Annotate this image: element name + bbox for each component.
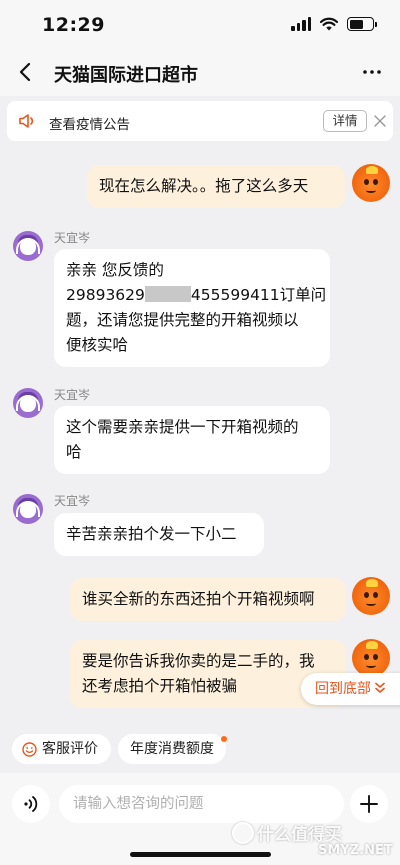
message-text: 这个需要亲亲提供一下开箱视频的 bbox=[66, 418, 299, 436]
notice-detail-button[interactable]: 详情 bbox=[323, 110, 367, 132]
watermark-logo-icon bbox=[232, 821, 254, 844]
user-avatar[interactable] bbox=[352, 164, 390, 202]
service-rating-label: 客服评价 bbox=[42, 741, 98, 757]
redacted-block bbox=[144, 286, 191, 302]
message-text: 题，还请您提供完整的开箱视频以 bbox=[66, 311, 299, 329]
voice-input-button[interactable] bbox=[12, 785, 50, 823]
site-watermark: 什么值得买 bbox=[232, 820, 342, 845]
voice-icon bbox=[24, 796, 38, 812]
speaker-icon bbox=[19, 114, 34, 128]
double-chevron-down-icon bbox=[375, 682, 385, 693]
watermark-text: 什么值得买 bbox=[257, 825, 342, 845]
order-number-suffix: 455599411订单问 bbox=[190, 286, 327, 304]
message-text: 要是你告诉我你卖的是二手的，我 bbox=[82, 652, 315, 670]
more-options-icon[interactable] bbox=[360, 60, 384, 84]
message-bubble-incoming[interactable]: 这个需要亲亲提供一下开箱视频的 哈 bbox=[54, 406, 330, 474]
message-text: 谁买全新的东西还拍个开箱视频啊 bbox=[82, 590, 315, 608]
status-bar: 12:29 bbox=[0, 0, 400, 50]
jump-to-bottom-button[interactable]: 回到底部 bbox=[301, 673, 400, 705]
message-bubble-outgoing[interactable]: 谁买全新的东西还拍个开箱视频啊 bbox=[70, 578, 346, 621]
agent-avatar[interactable] bbox=[13, 494, 43, 524]
close-icon[interactable] bbox=[373, 114, 387, 128]
more-actions-button[interactable] bbox=[350, 785, 388, 823]
jump-to-bottom-label: 回到底部 bbox=[315, 681, 371, 697]
notice-text: 查看疫情公告 bbox=[49, 117, 130, 133]
message-text: 便核实哈 bbox=[66, 336, 129, 354]
annual-quota-chip[interactable]: 年度消费额度 bbox=[118, 734, 226, 764]
message-bubble-incoming[interactable]: 辛苦亲亲拍个发一下小二 bbox=[54, 513, 264, 556]
agent-avatar[interactable] bbox=[13, 388, 43, 418]
nav-bar: 天猫国际进口超市 bbox=[0, 50, 400, 96]
plus-icon bbox=[360, 795, 378, 813]
wifi-icon bbox=[320, 17, 338, 31]
message-text: 哈 bbox=[66, 443, 82, 461]
order-number-prefix: 29893629 bbox=[66, 286, 145, 304]
service-rating-chip[interactable]: 客服评价 bbox=[12, 734, 111, 764]
epidemic-notice-banner[interactable]: 查看疫情公告 详情 bbox=[7, 101, 393, 141]
sender-name: 天宜岑 bbox=[54, 494, 91, 508]
sender-name: 天宜岑 bbox=[54, 388, 91, 402]
message-input[interactable] bbox=[59, 785, 344, 823]
message-text: 29893629 455599411订单问 bbox=[66, 283, 326, 308]
battery-icon bbox=[347, 17, 377, 31]
watermark-site: SMYZ.NET bbox=[318, 843, 393, 858]
user-avatar[interactable] bbox=[352, 577, 390, 615]
page-title: 天猫国际进口超市 bbox=[54, 65, 198, 86]
message-text: 亲亲 您反馈的 bbox=[66, 261, 164, 279]
message-bubble-incoming[interactable]: 亲亲 您反馈的 29893629 455599411订单问 题，还请您提供完整的开… bbox=[54, 249, 330, 367]
status-time: 12:29 bbox=[42, 14, 105, 36]
user-avatar[interactable] bbox=[352, 639, 390, 677]
message-text: 现在怎么解决。。拖了这么多天 bbox=[99, 177, 309, 195]
notification-dot bbox=[221, 736, 227, 742]
smile-icon bbox=[22, 742, 37, 757]
status-icons bbox=[291, 17, 377, 31]
home-indicator bbox=[130, 852, 271, 857]
message-bubble-outgoing[interactable]: 现在怎么解决。。拖了这么多天 bbox=[87, 165, 345, 208]
agent-avatar[interactable] bbox=[13, 231, 43, 261]
sender-name: 天宜岑 bbox=[54, 231, 91, 245]
cellular-signal-icon bbox=[291, 17, 311, 31]
back-arrow-icon[interactable] bbox=[14, 60, 38, 84]
message-text: 辛苦亲亲拍个发一下小二 bbox=[66, 525, 237, 543]
message-text: 还考虑拍个开箱怕被骗 bbox=[82, 677, 238, 695]
